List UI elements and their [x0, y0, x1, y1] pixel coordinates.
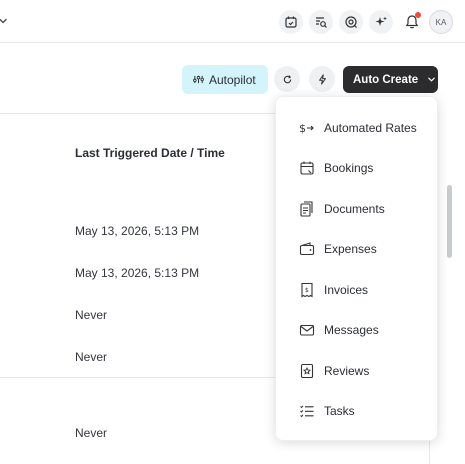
sparkles-icon[interactable]	[369, 10, 393, 34]
autopilot-label: Autopilot	[209, 72, 256, 87]
menu-item-label: Automated Rates	[324, 121, 417, 135]
auto-create-label: Auto Create	[353, 73, 419, 86]
refresh-icon	[282, 74, 293, 85]
menu-item-label: Bookings	[324, 161, 374, 175]
chevron-down-icon	[427, 75, 436, 84]
autopilot-icon	[193, 74, 204, 85]
menu-item-invoices[interactable]: $ Invoices	[276, 275, 439, 305]
table-cell: May 13, 2026, 5:13 PM	[75, 224, 200, 238]
menu-item-bookings[interactable]: Bookings	[276, 153, 439, 183]
menu-item-label: Messages	[324, 323, 379, 337]
autopilot-button[interactable]: Autopilot	[182, 65, 268, 94]
menu-item-label: Tasks	[324, 404, 355, 418]
calendar-icon	[299, 160, 315, 176]
table-cell: Never	[75, 308, 108, 322]
menu-item-messages[interactable]: Messages	[276, 315, 439, 345]
refresh-button[interactable]	[274, 66, 300, 92]
svg-text:$: $	[305, 287, 309, 294]
chevron-down-icon[interactable]	[0, 14, 9, 26]
menu-item-label: Reviews	[324, 364, 370, 378]
star-doc-icon	[299, 363, 315, 379]
menu-item-tasks[interactable]: Tasks	[276, 396, 439, 426]
auto-create-button[interactable]: Auto Create	[343, 66, 438, 93]
calendar-check-icon[interactable]	[279, 10, 303, 34]
menu-item-documents[interactable]: Documents	[276, 194, 439, 224]
lightning-icon	[317, 73, 328, 85]
documents-icon	[299, 201, 315, 217]
checklist-icon	[299, 403, 315, 419]
notification-badge	[415, 12, 421, 18]
target-settings-icon[interactable]	[339, 10, 363, 34]
search-list-icon[interactable]	[309, 10, 333, 34]
dollar-arrow-icon: $	[299, 120, 315, 136]
svg-text:$: $	[299, 122, 306, 135]
menu-item-label: Expenses	[324, 242, 377, 256]
invoice-icon: $	[299, 282, 315, 298]
auto-create-menu: $ Automated Rates Bookings Documents Exp…	[275, 96, 438, 441]
envelope-icon	[299, 322, 315, 338]
quick-action-button[interactable]	[309, 66, 335, 92]
menu-item-expenses[interactable]: Expenses	[276, 234, 439, 264]
table-cell: Never	[75, 426, 108, 440]
wallet-icon	[299, 241, 315, 257]
table-cell: Never	[75, 350, 108, 364]
top-bar: KA	[0, 0, 465, 43]
menu-item-automated-rates[interactable]: $ Automated Rates	[276, 113, 439, 143]
scrollbar-thumb[interactable]	[447, 185, 452, 258]
bell-icon[interactable]	[400, 10, 424, 34]
column-header-last-triggered[interactable]: Last Triggered Date / Time	[75, 146, 225, 160]
menu-item-label: Invoices	[324, 283, 369, 297]
table-cell: May 13, 2026, 5:13 PM	[75, 266, 200, 280]
menu-item-reviews[interactable]: Reviews	[276, 356, 439, 386]
avatar[interactable]: KA	[429, 10, 453, 34]
menu-item-label: Documents	[324, 202, 385, 216]
